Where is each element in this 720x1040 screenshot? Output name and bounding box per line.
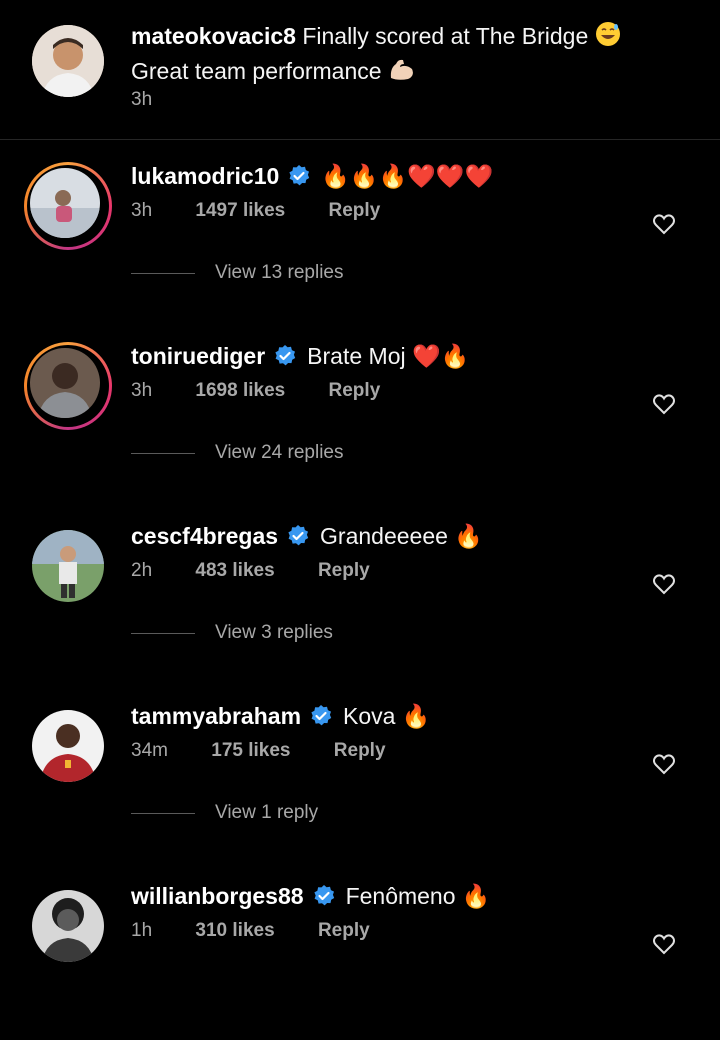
comment-username[interactable]: cescf4bregas xyxy=(131,520,278,552)
divider xyxy=(131,272,195,274)
comment-likes[interactable]: 310 likes xyxy=(195,920,274,941)
comment-emojis: 🔥 xyxy=(461,883,491,909)
comment-username[interactable]: tammyabraham xyxy=(131,700,301,732)
reply-button[interactable]: Reply xyxy=(329,380,381,401)
verified-badge-icon xyxy=(311,705,332,726)
grin-sweat-emoji xyxy=(595,21,621,55)
caption-text: mateokovacic8 Finally scored at The Brid… xyxy=(131,20,691,90)
comment-likes[interactable]: 175 likes xyxy=(211,740,290,761)
comment-username[interactable]: willianborges88 xyxy=(131,880,304,912)
comment-username[interactable]: lukamodric10 xyxy=(131,160,279,192)
divider xyxy=(131,812,195,814)
view-replies-button[interactable]: View 24 replies xyxy=(131,442,344,464)
comment-time: 3h xyxy=(131,380,153,401)
comment-emojis: 🔥 xyxy=(454,523,483,549)
reply-button[interactable]: Reply xyxy=(318,920,370,941)
comment-line: cescf4bregas Grandeeeee 🔥 xyxy=(131,520,483,552)
flexed-biceps-emoji xyxy=(388,56,416,90)
comment-text: Fenômeno xyxy=(345,883,456,909)
comment-line: lukamodric10 🔥🔥🔥❤️❤️❤️ xyxy=(131,160,493,192)
comment-item: lukamodric10 🔥🔥🔥❤️❤️❤️ 3h 1497 likes Rep… xyxy=(0,140,720,320)
comment-item: tammyabraham Kova 🔥 34m 175 likes Reply … xyxy=(0,680,720,860)
avatar[interactable] xyxy=(32,710,104,782)
comment-emojis: 🔥🔥🔥❤️❤️❤️ xyxy=(321,163,494,189)
avatar[interactable] xyxy=(32,530,104,602)
caption-time: 3h xyxy=(131,89,153,110)
comment-line: toniruediger Brate Moj ❤️🔥 xyxy=(131,340,469,372)
comment-item: willianborges88 Fenômeno 🔥 1h 310 likes … xyxy=(0,860,720,1040)
divider xyxy=(131,452,195,454)
comment-text: Kova xyxy=(343,703,396,729)
divider xyxy=(131,632,195,634)
comment-time: 34m xyxy=(131,740,168,761)
caption-body: Finally scored at The Bridge xyxy=(302,23,589,49)
comment-meta: 1h 310 likes Reply xyxy=(131,920,370,942)
comment-text: Grandeeeee xyxy=(320,523,448,549)
verified-badge-icon xyxy=(289,165,310,186)
comment-time: 2h xyxy=(131,560,153,581)
comment-meta: 3h 1698 likes Reply xyxy=(131,380,380,402)
comment-username[interactable]: toniruediger xyxy=(131,340,265,372)
avatar xyxy=(30,348,100,418)
caption-username[interactable]: mateokovacic8 xyxy=(131,23,296,49)
heart-outline-icon[interactable] xyxy=(652,212,676,236)
comment-text: Brate Moj xyxy=(307,343,406,369)
comment-item: toniruediger Brate Moj ❤️🔥 3h 1698 likes… xyxy=(0,320,720,500)
view-replies-button[interactable]: View 1 reply xyxy=(131,802,318,824)
comment-time: 3h xyxy=(131,200,153,221)
heart-outline-icon[interactable] xyxy=(652,752,676,776)
comment-likes[interactable]: 1497 likes xyxy=(195,200,285,221)
avatar[interactable] xyxy=(32,890,104,962)
view-replies-button[interactable]: View 13 replies xyxy=(131,262,344,284)
comment-time: 1h xyxy=(131,920,153,941)
comment-emojis: 🔥 xyxy=(401,703,431,729)
comment-item: cescf4bregas Grandeeeee 🔥 2h 483 likes R… xyxy=(0,500,720,680)
avatar xyxy=(30,168,100,238)
heart-outline-icon[interactable] xyxy=(652,932,676,956)
view-replies-button[interactable]: View 3 replies xyxy=(131,622,333,644)
heart-outline-icon[interactable] xyxy=(652,572,676,596)
reply-button[interactable]: Reply xyxy=(334,740,386,761)
comment-likes[interactable]: 483 likes xyxy=(195,560,274,581)
view-replies-label: View 1 reply xyxy=(215,802,319,823)
view-replies-label: View 13 replies xyxy=(215,262,344,283)
verified-badge-icon xyxy=(313,885,334,906)
view-replies-label: View 3 replies xyxy=(215,622,333,643)
caption-avatar[interactable] xyxy=(32,25,104,97)
story-ring-avatar[interactable] xyxy=(24,162,112,250)
comment-meta: 3h 1497 likes Reply xyxy=(131,200,380,222)
story-ring-avatar[interactable] xyxy=(24,342,112,430)
verified-badge-icon xyxy=(288,525,309,546)
reply-button[interactable]: Reply xyxy=(318,560,370,581)
comment-line: tammyabraham Kova 🔥 xyxy=(131,700,431,732)
comment-meta: 2h 483 likes Reply xyxy=(131,560,370,582)
reply-button[interactable]: Reply xyxy=(329,200,381,221)
heart-outline-icon[interactable] xyxy=(652,392,676,416)
comment-likes[interactable]: 1698 likes xyxy=(195,380,285,401)
comment-line: willianborges88 Fenômeno 🔥 xyxy=(131,880,491,912)
comment-meta: 34m 175 likes Reply xyxy=(131,740,386,762)
caption-body-2: Great team performance xyxy=(131,57,382,84)
comment-emojis: ❤️🔥 xyxy=(412,343,470,369)
view-replies-label: View 24 replies xyxy=(215,442,344,463)
verified-badge-icon xyxy=(275,345,296,366)
post-caption: mateokovacic8 Finally scored at The Brid… xyxy=(0,0,720,140)
